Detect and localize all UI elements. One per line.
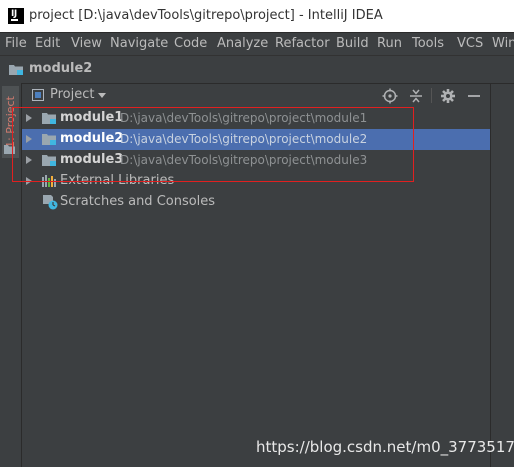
window-titlebar: IJ project [D:\java\devTools\gitrepo\pro… <box>0 0 514 32</box>
project-view-selector[interactable]: Project <box>50 87 94 102</box>
menu-edit[interactable]: Edit <box>35 36 60 51</box>
menu-refactor[interactable]: Refactor <box>275 36 330 51</box>
menu-analyze[interactable]: Analyze <box>217 36 268 51</box>
menu-run[interactable]: Run <box>377 36 402 51</box>
navigation-bar: module2 <box>0 55 514 84</box>
highlight-annotation-box <box>12 107 414 182</box>
menu-view[interactable]: View <box>71 36 102 51</box>
crosshair-icon[interactable] <box>382 88 398 104</box>
project-view-icon <box>32 89 44 101</box>
window-title: project [D:\java\devTools\gitrepo\projec… <box>29 8 383 23</box>
tree-row-scratches[interactable]: Scratches and Consoles <box>22 192 490 213</box>
scratches-icon <box>43 195 58 210</box>
menu-vcs[interactable]: VCS <box>457 36 483 51</box>
menu-navigate[interactable]: Navigate <box>110 36 168 51</box>
collapse-all-icon[interactable] <box>408 88 424 104</box>
menu-tools[interactable]: Tools <box>412 36 444 51</box>
header-divider <box>431 88 432 103</box>
gear-icon[interactable] <box>440 88 456 104</box>
project-panel-header: Project <box>22 84 490 108</box>
module-folder-icon <box>9 65 23 75</box>
breadcrumb-module2[interactable]: module2 <box>29 61 92 76</box>
minimize-icon[interactable] <box>466 88 482 104</box>
menu-window[interactable]: Win <box>492 36 514 51</box>
right-tool-stripe <box>490 84 514 467</box>
watermark: https://blog.csdn.net/m0_37735176 <box>256 438 514 456</box>
menu-code[interactable]: Code <box>174 36 207 51</box>
menu-file[interactable]: File <box>5 36 27 51</box>
scratches-label: Scratches and Consoles <box>60 194 216 209</box>
menu-bar: File Edit View Navigate Code Analyze Ref… <box>0 32 514 55</box>
menu-build[interactable]: Build <box>336 36 369 51</box>
chevron-down-icon[interactable] <box>98 93 106 98</box>
intellij-icon: IJ <box>8 8 24 24</box>
